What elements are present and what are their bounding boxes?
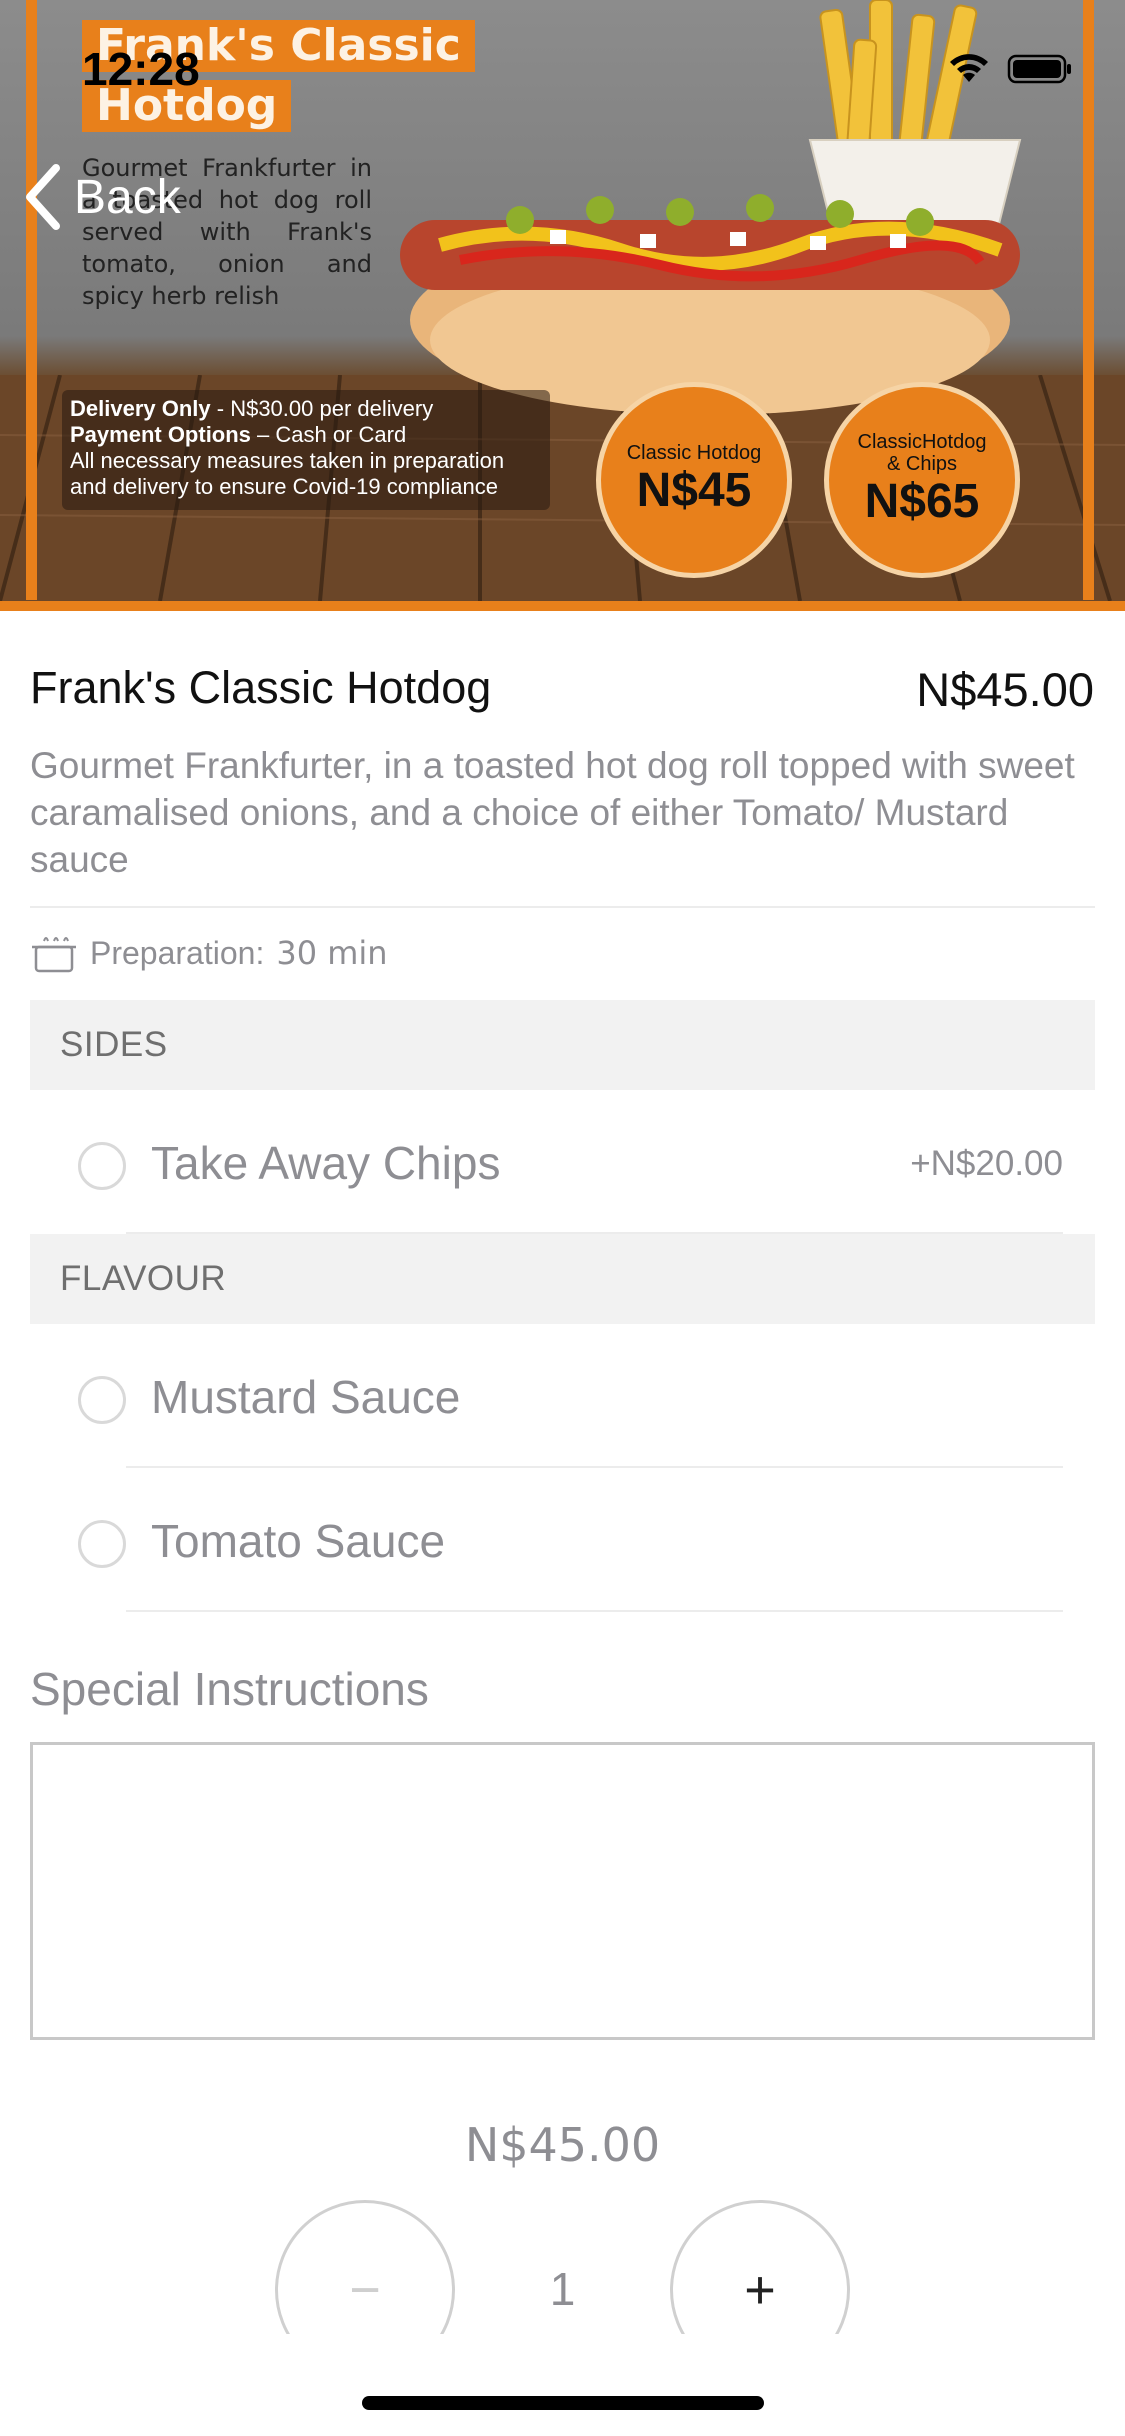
home-indicator[interactable] bbox=[362, 2396, 764, 2410]
delivery-text: - N$30.00 per delivery bbox=[210, 396, 434, 421]
badge-label: ClassicHotdog & Chips bbox=[857, 431, 987, 475]
payment-text: – Cash or Card bbox=[250, 422, 407, 447]
option-take-away-chips[interactable]: Take Away Chips +N$20.00 bbox=[30, 1090, 1095, 1234]
covid-note: All necessary measures taken in preparat… bbox=[70, 448, 505, 499]
option-label: Mustard Sauce bbox=[151, 1371, 461, 1423]
delivery-label: Delivery Only bbox=[70, 396, 211, 421]
special-instructions-label: Special Instructions bbox=[30, 1663, 429, 1715]
price-badge-combo: ClassicHotdog & Chips N$65 bbox=[824, 382, 1020, 578]
back-label: Back bbox=[74, 170, 181, 224]
minus-icon: − bbox=[349, 2260, 381, 2320]
radio-button[interactable] bbox=[78, 1376, 126, 1424]
wifi-icon bbox=[950, 54, 988, 82]
frame-left bbox=[26, 0, 37, 600]
cooking-pot-icon bbox=[32, 937, 76, 973]
total-price: N$45.00 bbox=[464, 2118, 661, 2172]
item-title: Frank's Classic Hotdog bbox=[30, 662, 492, 713]
hotdog-graphic bbox=[400, 194, 1020, 415]
radio-button[interactable] bbox=[78, 1520, 126, 1568]
option-label: Tomato Sauce bbox=[151, 1515, 446, 1567]
special-instructions-input[interactable] bbox=[30, 1742, 1095, 2040]
option-mustard-sauce[interactable]: Mustard Sauce bbox=[30, 1324, 1095, 1468]
badge-label: Classic Hotdog bbox=[626, 442, 762, 464]
preparation-value: 30 min bbox=[276, 934, 388, 972]
promo-info-box: Delivery Only - N$30.00 per delivery Pay… bbox=[62, 390, 550, 510]
divider bbox=[126, 1610, 1063, 1612]
price-badge-classic: Classic Hotdog N$45 bbox=[596, 382, 792, 578]
chevron-left-icon bbox=[26, 164, 60, 230]
radio-button[interactable] bbox=[78, 1142, 126, 1190]
badge-price: N$65 bbox=[864, 475, 980, 528]
section-header-flavour: FLAVOUR bbox=[30, 1234, 1095, 1324]
back-button[interactable]: Back bbox=[22, 162, 181, 232]
payment-label: Payment Options bbox=[70, 422, 251, 447]
option-label: Take Away Chips bbox=[151, 1137, 501, 1189]
status-time: 12:28 bbox=[82, 43, 200, 95]
option-tomato-sauce[interactable]: Tomato Sauce bbox=[30, 1468, 1095, 1612]
preparation-label: Preparation: bbox=[90, 934, 265, 971]
quantity-value: 1 bbox=[549, 2263, 576, 2315]
frame-right bbox=[1083, 0, 1094, 600]
item-price: N$45.00 bbox=[916, 663, 1094, 716]
bottom-bar-background bbox=[0, 2334, 1125, 2436]
item-description: Gourmet Frankfurter, in a toasted hot do… bbox=[30, 745, 1075, 880]
preparation-row: Preparation: 30 min bbox=[30, 928, 388, 978]
option-price: +N$20.00 bbox=[910, 1144, 1063, 1183]
section-header-sides: SIDES bbox=[30, 1000, 1095, 1090]
battery-icon bbox=[1007, 54, 1071, 84]
plus-icon: + bbox=[744, 2260, 776, 2320]
badge-price: N$45 bbox=[636, 464, 752, 517]
hero-accent-line bbox=[0, 601, 1125, 611]
status-icons bbox=[950, 54, 1071, 84]
divider bbox=[30, 906, 1095, 908]
